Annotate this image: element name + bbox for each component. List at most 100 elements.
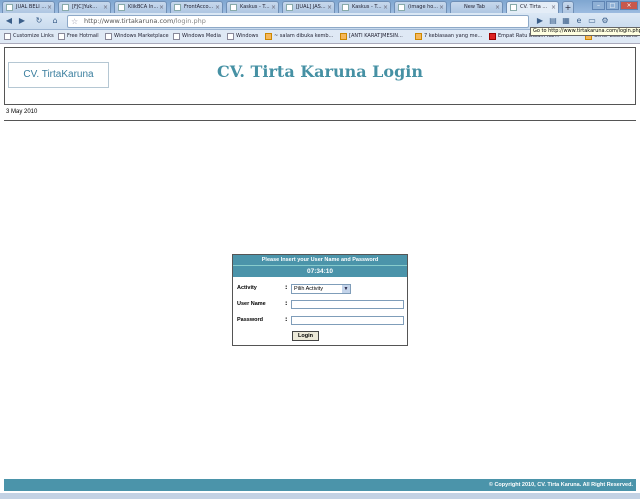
bookmark-label: Windows Marketplace xyxy=(114,33,169,39)
tab-frontacco[interactable]: FrontAcco... × xyxy=(170,1,223,13)
login-button[interactable]: Login xyxy=(292,331,319,341)
bookmark-windows[interactable]: Windows xyxy=(227,32,258,41)
tab-tirta-karuna[interactable]: CV. Tirta ... × xyxy=(506,1,559,13)
tab-image-host[interactable]: (image ho... × xyxy=(394,1,447,13)
tab-jual-beli[interactable]: JUAL BELI ... × xyxy=(2,1,55,13)
bookmark-label: Windows Media xyxy=(182,33,221,39)
password-label: Password xyxy=(237,317,263,323)
favicon-icon xyxy=(62,4,69,11)
tab-strip: JUAL BELI ... × [FJC]Yuk... × KlikBCA In..… xyxy=(0,0,640,13)
minimize-button[interactable]: – xyxy=(592,1,605,10)
window-controls: – □ × xyxy=(592,1,638,11)
tab-kaskus-1[interactable]: Kaskus - T... × xyxy=(226,1,279,13)
close-window-button[interactable]: × xyxy=(620,1,638,10)
username-label: User Name xyxy=(237,301,266,307)
page-icon xyxy=(227,33,234,40)
bookmark-customize-links[interactable]: Customize Links xyxy=(4,32,54,41)
favicon-icon xyxy=(118,4,125,11)
bookmark-free-hotmail[interactable]: Free Hotmail xyxy=(58,32,99,41)
toolbar-icons: ▶ ▤ ▦ e ▭ ⚙ xyxy=(535,16,610,26)
page-icon xyxy=(4,33,11,40)
favicon-icon xyxy=(6,4,13,11)
close-tab-icon[interactable]: × xyxy=(271,2,276,13)
activity-select[interactable]: Pilih Activity ▼ xyxy=(291,284,351,294)
folder-icon xyxy=(415,33,422,40)
bookmark-label: Free Hotmail xyxy=(67,33,99,39)
username-input[interactable] xyxy=(291,300,404,309)
close-tab-icon[interactable]: × xyxy=(159,2,164,13)
tab-label: [FJC]Yuk... xyxy=(72,4,98,10)
bookmark-anti-karat[interactable]: [ANTI KARAT]MESIN... xyxy=(340,32,403,41)
tab-label: (image ho... xyxy=(408,4,439,10)
close-tab-icon[interactable]: × xyxy=(327,2,332,13)
current-date: 3 May 2010 xyxy=(6,109,38,115)
bookmark-windows-media[interactable]: Windows Media xyxy=(173,32,221,41)
footer-strip xyxy=(0,493,640,499)
tab-label: KlikBCA In... xyxy=(128,4,159,10)
close-tab-icon[interactable]: × xyxy=(103,2,108,13)
close-tab-icon[interactable]: × xyxy=(383,2,388,13)
ie-tab-icon[interactable]: e xyxy=(574,16,584,26)
tab-jual-jas[interactable]: [JUAL] JAS... × xyxy=(282,1,335,13)
tab-label: [JUAL] JAS... xyxy=(296,4,326,10)
plus-icon: + xyxy=(564,3,572,12)
page-menu-icon[interactable]: ▭ xyxy=(587,16,597,26)
close-tab-icon[interactable]: × xyxy=(47,2,52,13)
maximize-button[interactable]: □ xyxy=(606,1,619,10)
favicon-icon xyxy=(510,4,517,11)
activity-selected-value: Pilih Activity xyxy=(294,286,324,292)
page-icon xyxy=(489,33,496,40)
favicon-icon xyxy=(230,4,237,11)
page-content: CV. TirtaKaruna CV. Tirta Karuna Login 3… xyxy=(0,44,640,499)
tab-kaskus-2[interactable]: Kaskus - T... × xyxy=(338,1,391,13)
url-prefix: http://www.tirtakaruna.com/ xyxy=(84,17,176,25)
login-instructions: Please Insert your User Name and Passwor… xyxy=(233,255,407,265)
close-tab-icon[interactable]: × xyxy=(495,2,500,13)
reload-icon[interactable]: ↻ xyxy=(34,16,44,26)
favicon-icon xyxy=(342,4,349,11)
bookmark-star-icon[interactable]: ☆ xyxy=(71,16,78,27)
tab-label: Kaskus - T... xyxy=(352,4,382,10)
favicon-icon xyxy=(174,4,181,11)
bookmark-salam[interactable]: ~ salam dibuka kemb... xyxy=(265,32,333,41)
bookmark-7-kebiasaan[interactable]: 7 kebiasaan yang me... xyxy=(415,32,482,41)
wrench-icon[interactable]: ⚙ xyxy=(600,16,610,26)
bookmark-label: ~ salam dibuka kemb... xyxy=(274,33,334,39)
favicon-icon xyxy=(398,4,405,11)
bookmark-label: [ANTI KARAT]MESIN... xyxy=(349,33,403,39)
tab-label: FrontAcco... xyxy=(184,4,214,10)
login-form: Please Insert your User Name and Passwor… xyxy=(232,254,408,346)
tab-new-tab[interactable]: New Tab × xyxy=(450,1,503,13)
new-tab-button[interactable]: + xyxy=(562,1,574,13)
login-clock: 07:34:10 xyxy=(233,265,407,277)
home-icon[interactable]: ⌂ xyxy=(50,16,60,26)
password-colon: : xyxy=(285,316,288,323)
activity-colon: : xyxy=(285,284,288,291)
username-colon: : xyxy=(285,300,288,307)
close-tab-icon[interactable]: × xyxy=(215,2,220,13)
bookmark-windows-marketplace[interactable]: Windows Marketplace xyxy=(105,32,169,41)
tab-label: New Tab xyxy=(464,4,485,10)
close-tab-icon[interactable]: × xyxy=(439,2,444,13)
tab-klikbca[interactable]: KlikBCA In... × xyxy=(114,1,167,13)
go-arrow-icon[interactable]: ▶ xyxy=(535,16,545,26)
url-path: login.php xyxy=(175,17,206,25)
bookmark-label: 7 kebiasaan yang me... xyxy=(424,33,483,39)
back-arrow-icon[interactable]: ◀ xyxy=(4,16,14,26)
page-icon xyxy=(173,33,180,40)
bookmark-label: Customize Links xyxy=(13,33,54,39)
extension-icon[interactable]: ▦ xyxy=(561,16,571,26)
password-input[interactable] xyxy=(291,316,404,325)
page-footer: © Copyright 2010, CV. Tirta Karuna. All … xyxy=(4,479,636,491)
address-bar[interactable]: ☆ http://www.tirtakaruna.com/login.php xyxy=(67,15,529,28)
tab-label: CV. Tirta ... xyxy=(520,4,548,10)
tab-label: Kaskus - T... xyxy=(240,4,270,10)
url-tooltip: Go to http://www.tirtakaruna.com/login.p… xyxy=(530,27,640,36)
pdf-icon[interactable]: ▤ xyxy=(548,16,558,26)
forward-arrow-icon[interactable]: ▶ xyxy=(17,16,27,26)
close-tab-icon[interactable]: × xyxy=(551,2,556,13)
folder-icon xyxy=(340,33,347,40)
folder-icon xyxy=(265,33,272,40)
chevron-down-icon: ▼ xyxy=(342,285,350,293)
tab-fjc[interactable]: [FJC]Yuk... × xyxy=(58,1,111,13)
